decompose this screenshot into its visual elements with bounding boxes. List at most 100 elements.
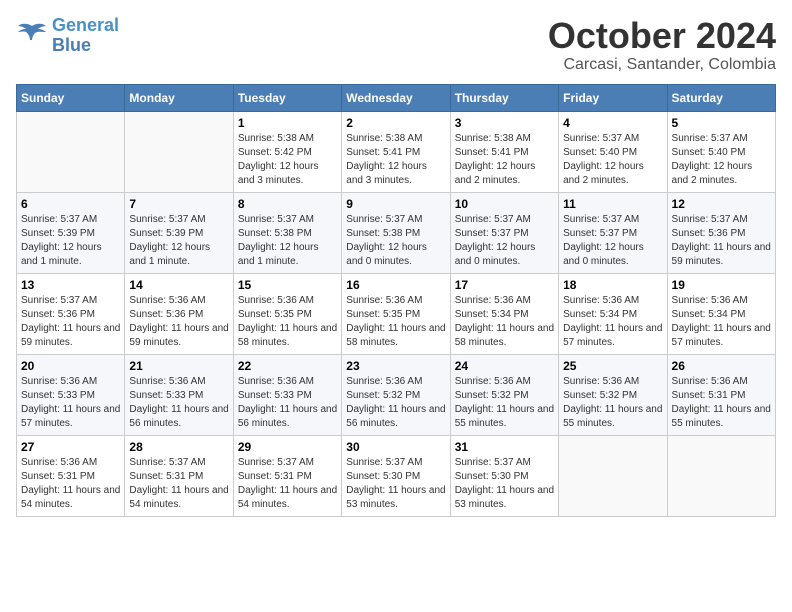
day-number: 9 [346,197,445,211]
calendar-cell: 4 Sunrise: 5:37 AM Sunset: 5:40 PM Daylig… [559,111,667,192]
logo: General Blue [16,16,119,56]
day-info: Sunrise: 5:37 AM Sunset: 5:37 PM Dayligh… [455,213,554,269]
calendar-cell: 20 Sunrise: 5:36 AM Sunset: 5:33 PM Dayli… [17,354,125,435]
day-number: 27 [21,440,120,454]
calendar-cell: 27 Sunrise: 5:36 AM Sunset: 5:31 PM Dayli… [17,435,125,516]
day-info: Sunrise: 5:36 AM Sunset: 5:34 PM Dayligh… [455,294,554,350]
day-number: 16 [346,278,445,292]
day-number: 15 [238,278,337,292]
day-number: 19 [672,278,771,292]
weekday-header-wednesday: Wednesday [342,84,450,111]
weekday-header-saturday: Saturday [667,84,775,111]
calendar-cell: 26Sunrise: 5:36 AM Sunset: 5:31 PM Dayli… [667,354,775,435]
day-number: 24 [455,359,554,373]
calendar-cell [17,111,125,192]
day-number: 3 [455,116,554,130]
day-number: 31 [455,440,554,454]
week-row-1: 1 Sunrise: 5:38 AM Sunset: 5:42 PM Daylig… [17,111,776,192]
calendar-cell: 16 Sunrise: 5:36 AM Sunset: 5:35 PM Dayli… [342,273,450,354]
day-info: Sunrise: 5:37 AM Sunset: 5:40 PM Dayligh… [672,132,771,188]
day-info: Sunrise: 5:36 AM Sunset: 5:32 PM Dayligh… [563,375,662,431]
day-number: 10 [455,197,554,211]
day-number: 5 [672,116,771,130]
day-info: Sunrise: 5:36 AM Sunset: 5:36 PM Dayligh… [129,294,228,350]
calendar-cell: 12Sunrise: 5:37 AM Sunset: 5:36 PM Dayli… [667,192,775,273]
location: Carcasi, Santander, Colombia [548,56,776,74]
day-number: 7 [129,197,228,211]
day-number: 6 [21,197,120,211]
day-number: 4 [563,116,662,130]
calendar-cell [125,111,233,192]
day-info: Sunrise: 5:37 AM Sunset: 5:31 PM Dayligh… [129,456,228,512]
day-number: 12 [672,197,771,211]
logo-icon [16,22,48,50]
day-number: 14 [129,278,228,292]
calendar-cell: 30 Sunrise: 5:37 AM Sunset: 5:30 PM Dayli… [342,435,450,516]
calendar-cell: 13Sunrise: 5:37 AM Sunset: 5:36 PM Dayli… [17,273,125,354]
calendar-cell: 18 Sunrise: 5:36 AM Sunset: 5:34 PM Dayli… [559,273,667,354]
calendar-cell: 1 Sunrise: 5:38 AM Sunset: 5:42 PM Daylig… [233,111,341,192]
day-info: Sunrise: 5:36 AM Sunset: 5:35 PM Dayligh… [346,294,445,350]
day-info: Sunrise: 5:36 AM Sunset: 5:31 PM Dayligh… [672,375,771,431]
calendar-cell: 24 Sunrise: 5:36 AM Sunset: 5:32 PM Dayli… [450,354,558,435]
day-info: Sunrise: 5:36 AM Sunset: 5:32 PM Dayligh… [455,375,554,431]
calendar-cell: 9Sunrise: 5:37 AM Sunset: 5:38 PM Daylig… [342,192,450,273]
day-number: 2 [346,116,445,130]
logo-text: General Blue [52,16,119,56]
day-info: Sunrise: 5:37 AM Sunset: 5:40 PM Dayligh… [563,132,662,188]
day-info: Sunrise: 5:36 AM Sunset: 5:33 PM Dayligh… [238,375,337,431]
day-info: Sunrise: 5:37 AM Sunset: 5:30 PM Dayligh… [346,456,445,512]
calendar-cell: 21Sunrise: 5:36 AM Sunset: 5:33 PM Dayli… [125,354,233,435]
calendar-cell: 10 Sunrise: 5:37 AM Sunset: 5:37 PM Dayli… [450,192,558,273]
page-header: General Blue October 2024 Carcasi, Santa… [16,16,776,74]
calendar-cell: 11Sunrise: 5:37 AM Sunset: 5:37 PM Dayli… [559,192,667,273]
day-info: Sunrise: 5:38 AM Sunset: 5:41 PM Dayligh… [455,132,554,188]
weekday-header-thursday: Thursday [450,84,558,111]
calendar-cell: 19Sunrise: 5:36 AM Sunset: 5:34 PM Dayli… [667,273,775,354]
day-number: 23 [346,359,445,373]
week-row-2: 6 Sunrise: 5:37 AM Sunset: 5:39 PM Daylig… [17,192,776,273]
calendar-cell: 6 Sunrise: 5:37 AM Sunset: 5:39 PM Daylig… [17,192,125,273]
calendar-cell: 15Sunrise: 5:36 AM Sunset: 5:35 PM Dayli… [233,273,341,354]
day-info: Sunrise: 5:37 AM Sunset: 5:36 PM Dayligh… [21,294,120,350]
day-info: Sunrise: 5:36 AM Sunset: 5:33 PM Dayligh… [129,375,228,431]
calendar-cell: 14 Sunrise: 5:36 AM Sunset: 5:36 PM Dayli… [125,273,233,354]
calendar-cell: 7Sunrise: 5:37 AM Sunset: 5:39 PM Daylig… [125,192,233,273]
day-number: 30 [346,440,445,454]
calendar-cell: 5 Sunrise: 5:37 AM Sunset: 5:40 PM Daylig… [667,111,775,192]
calendar-cell: 31 Sunrise: 5:37 AM Sunset: 5:30 PM Dayli… [450,435,558,516]
day-info: Sunrise: 5:37 AM Sunset: 5:38 PM Dayligh… [238,213,337,269]
calendar-cell: 17 Sunrise: 5:36 AM Sunset: 5:34 PM Dayli… [450,273,558,354]
day-number: 22 [238,359,337,373]
weekday-header-tuesday: Tuesday [233,84,341,111]
day-info: Sunrise: 5:37 AM Sunset: 5:31 PM Dayligh… [238,456,337,512]
day-info: Sunrise: 5:38 AM Sunset: 5:42 PM Dayligh… [238,132,337,188]
month-title: October 2024 [548,16,776,56]
calendar-cell [667,435,775,516]
calendar-table: SundayMondayTuesdayWednesdayThursdayFrid… [16,84,776,517]
day-number: 11 [563,197,662,211]
week-row-4: 20 Sunrise: 5:36 AM Sunset: 5:33 PM Dayli… [17,354,776,435]
calendar-cell: 28 Sunrise: 5:37 AM Sunset: 5:31 PM Dayli… [125,435,233,516]
day-number: 29 [238,440,337,454]
weekday-header-monday: Monday [125,84,233,111]
calendar-cell: 22 Sunrise: 5:36 AM Sunset: 5:33 PM Dayli… [233,354,341,435]
weekday-header-friday: Friday [559,84,667,111]
day-info: Sunrise: 5:36 AM Sunset: 5:33 PM Dayligh… [21,375,120,431]
day-number: 25 [563,359,662,373]
day-number: 18 [563,278,662,292]
day-number: 17 [455,278,554,292]
day-info: Sunrise: 5:36 AM Sunset: 5:31 PM Dayligh… [21,456,120,512]
day-number: 1 [238,116,337,130]
day-info: Sunrise: 5:37 AM Sunset: 5:30 PM Dayligh… [455,456,554,512]
day-number: 8 [238,197,337,211]
week-row-5: 27 Sunrise: 5:36 AM Sunset: 5:31 PM Dayli… [17,435,776,516]
calendar-cell: 3 Sunrise: 5:38 AM Sunset: 5:41 PM Daylig… [450,111,558,192]
calendar-cell: 29 Sunrise: 5:37 AM Sunset: 5:31 PM Dayli… [233,435,341,516]
day-info: Sunrise: 5:37 AM Sunset: 5:39 PM Dayligh… [21,213,120,269]
day-number: 20 [21,359,120,373]
day-number: 28 [129,440,228,454]
calendar-cell: 23 Sunrise: 5:36 AM Sunset: 5:32 PM Dayli… [342,354,450,435]
day-info: Sunrise: 5:36 AM Sunset: 5:32 PM Dayligh… [346,375,445,431]
day-info: Sunrise: 5:36 AM Sunset: 5:34 PM Dayligh… [563,294,662,350]
